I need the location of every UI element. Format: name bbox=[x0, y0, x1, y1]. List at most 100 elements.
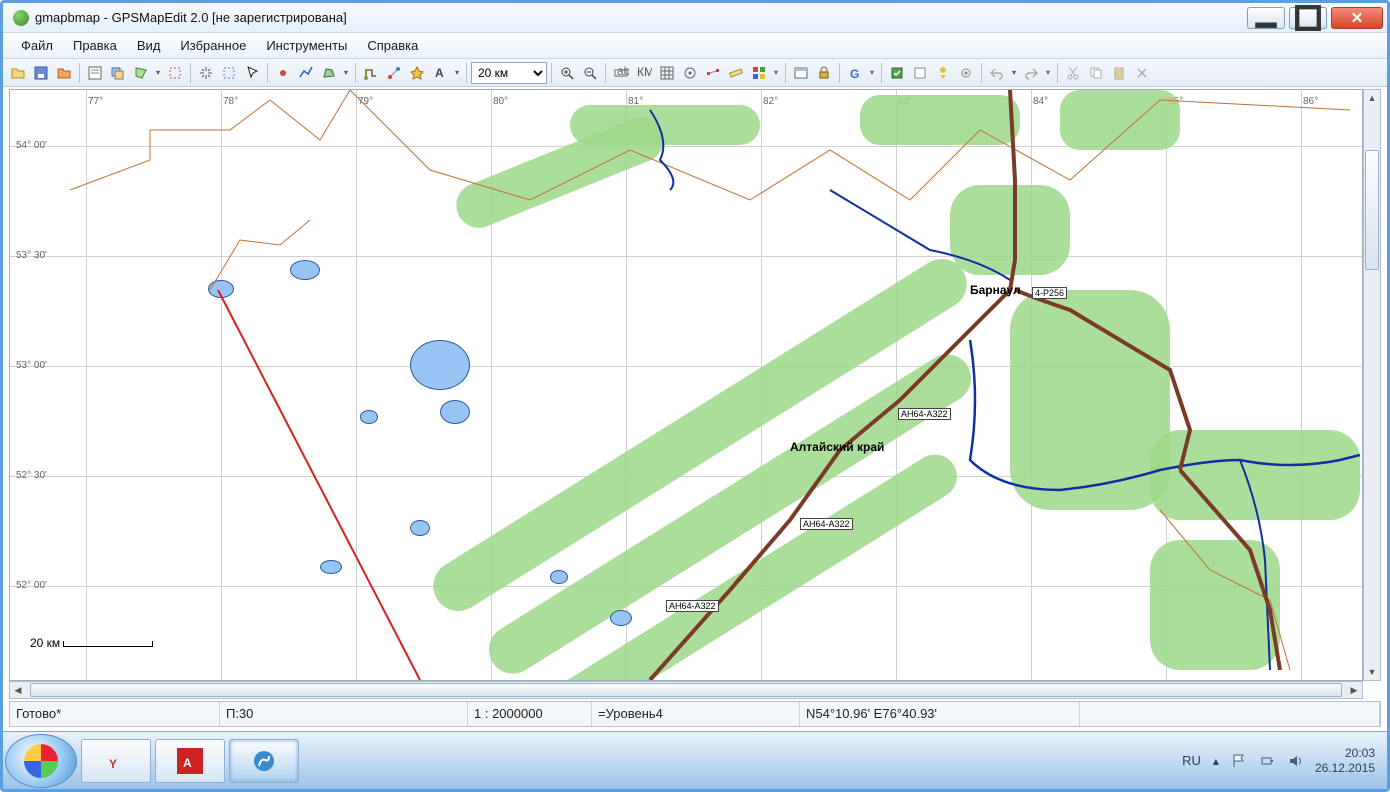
window-icon[interactable] bbox=[790, 62, 812, 84]
grid-icon[interactable] bbox=[656, 62, 678, 84]
vertices-icon[interactable] bbox=[702, 62, 724, 84]
dropdown-icon[interactable]: ▾ bbox=[153, 68, 163, 77]
forest-area bbox=[860, 95, 1020, 145]
menu-edit[interactable]: Правка bbox=[65, 35, 125, 56]
volume-icon[interactable] bbox=[1287, 753, 1303, 769]
scroll-thumb[interactable] bbox=[30, 683, 1342, 697]
copy-icon[interactable] bbox=[1085, 62, 1107, 84]
paste-icon[interactable] bbox=[1108, 62, 1130, 84]
layers-icon[interactable] bbox=[107, 62, 129, 84]
toolbar: ▾ ▾ A ▾ 20 км ab КМ ▾ G ▾ ▾ ▾ bbox=[3, 59, 1387, 87]
redo-icon[interactable] bbox=[1020, 62, 1042, 84]
lake bbox=[410, 340, 470, 390]
lake bbox=[320, 560, 342, 574]
clock[interactable]: 20:03 26.12.2015 bbox=[1315, 746, 1375, 775]
pan-icon[interactable] bbox=[195, 62, 217, 84]
zoom-in-icon[interactable] bbox=[556, 62, 578, 84]
pointer-icon[interactable] bbox=[241, 62, 263, 84]
city-label: Барнаул bbox=[970, 283, 1021, 297]
forest-area bbox=[1060, 90, 1180, 150]
status-level: =Уровень4 bbox=[592, 702, 800, 726]
map-canvas[interactable]: 77° 78° 79° 80° 81° 82° 83° 84° 85° 86° … bbox=[9, 89, 1363, 681]
save-icon[interactable] bbox=[30, 62, 52, 84]
menu-file[interactable]: Файл bbox=[13, 35, 61, 56]
lake bbox=[550, 570, 568, 584]
scroll-thumb[interactable] bbox=[1365, 150, 1379, 270]
route-icon[interactable] bbox=[360, 62, 382, 84]
snap-icon[interactable] bbox=[679, 62, 701, 84]
road-label: АН64-А322 bbox=[898, 408, 951, 420]
close-button[interactable]: ✕ bbox=[1331, 7, 1383, 29]
lake bbox=[410, 520, 430, 536]
scroll-down-icon[interactable]: ▼ bbox=[1364, 664, 1380, 680]
dropdown-icon[interactable]: ▾ bbox=[867, 68, 877, 77]
gps-track-icon[interactable] bbox=[932, 62, 954, 84]
forest-area bbox=[570, 105, 760, 145]
status-ready: Готово* bbox=[10, 702, 220, 726]
svg-text:A: A bbox=[183, 756, 192, 770]
scroll-left-icon[interactable]: ◀ bbox=[10, 682, 26, 698]
zoom-out-icon[interactable] bbox=[579, 62, 601, 84]
ruler-icon[interactable] bbox=[725, 62, 747, 84]
label-icon[interactable]: ab bbox=[610, 62, 632, 84]
undo-icon[interactable] bbox=[986, 62, 1008, 84]
grid-line bbox=[86, 90, 87, 680]
gps-connect-icon[interactable] bbox=[886, 62, 908, 84]
task-gpsmapedit[interactable] bbox=[229, 739, 299, 783]
lock-icon[interactable] bbox=[813, 62, 835, 84]
km-icon[interactable]: КМ bbox=[633, 62, 655, 84]
colors-icon[interactable] bbox=[748, 62, 770, 84]
point-tool-icon[interactable] bbox=[272, 62, 294, 84]
flag-icon[interactable] bbox=[1231, 753, 1247, 769]
tray-chevron-icon[interactable]: ▴ bbox=[1213, 754, 1219, 768]
status-spacer bbox=[1080, 702, 1380, 726]
dropdown-icon[interactable]: ▾ bbox=[341, 68, 351, 77]
menu-view[interactable]: Вид bbox=[129, 35, 169, 56]
lon-label: 78° bbox=[223, 96, 238, 107]
waypoint-icon[interactable] bbox=[406, 62, 428, 84]
cut-icon[interactable] bbox=[1062, 62, 1084, 84]
vertical-scrollbar[interactable]: ▲ ▼ bbox=[1363, 89, 1381, 681]
start-button[interactable] bbox=[5, 734, 77, 788]
gps-settings-icon[interactable] bbox=[955, 62, 977, 84]
menu-help[interactable]: Справка bbox=[359, 35, 426, 56]
lang-indicator[interactable]: RU bbox=[1182, 753, 1201, 768]
scroll-right-icon[interactable]: ▶ bbox=[1346, 682, 1362, 698]
polyline-tool-icon[interactable] bbox=[295, 62, 317, 84]
region-icon[interactable] bbox=[130, 62, 152, 84]
polygon-tool-icon[interactable] bbox=[318, 62, 340, 84]
lat-label: 52° 30' bbox=[16, 470, 47, 481]
scale-select[interactable]: 20 км bbox=[471, 62, 547, 84]
window-title: gmapbmap - GPSMapEdit 2.0 [не зарегистри… bbox=[35, 10, 1247, 25]
dropdown-icon[interactable]: ▾ bbox=[1043, 68, 1053, 77]
google-icon[interactable]: G bbox=[844, 62, 866, 84]
gps-off-icon[interactable] bbox=[909, 62, 931, 84]
grid-line bbox=[10, 256, 1362, 257]
dropdown-icon[interactable]: ▾ bbox=[1009, 68, 1019, 77]
dropdown-icon[interactable]: ▾ bbox=[771, 68, 781, 77]
system-tray: RU ▴ 20:03 26.12.2015 bbox=[1170, 746, 1387, 775]
properties-icon[interactable] bbox=[84, 62, 106, 84]
lake bbox=[610, 610, 632, 626]
horizontal-scrollbar[interactable]: ◀ ▶ bbox=[9, 681, 1363, 699]
scroll-up-icon[interactable]: ▲ bbox=[1364, 90, 1380, 106]
dropdown-icon[interactable]: ▾ bbox=[452, 68, 462, 77]
lat-label: 54° 00' bbox=[16, 140, 47, 151]
delete-icon[interactable] bbox=[1131, 62, 1153, 84]
menu-favorites[interactable]: Избранное bbox=[172, 35, 254, 56]
open-icon[interactable] bbox=[7, 62, 29, 84]
grid-line bbox=[221, 90, 222, 680]
maximize-button[interactable] bbox=[1289, 7, 1327, 29]
address-icon[interactable]: A bbox=[429, 62, 451, 84]
select-icon[interactable] bbox=[218, 62, 240, 84]
close-file-icon[interactable] bbox=[53, 62, 75, 84]
windows-orb-icon bbox=[24, 744, 58, 778]
task-yandex[interactable]: Y bbox=[81, 739, 151, 783]
forest-area bbox=[950, 185, 1070, 275]
track-icon[interactable] bbox=[383, 62, 405, 84]
bounds-icon[interactable] bbox=[164, 62, 186, 84]
minimize-button[interactable] bbox=[1247, 7, 1285, 29]
power-icon[interactable] bbox=[1259, 753, 1275, 769]
menu-tools[interactable]: Инструменты bbox=[258, 35, 355, 56]
task-adobe[interactable]: A bbox=[155, 739, 225, 783]
